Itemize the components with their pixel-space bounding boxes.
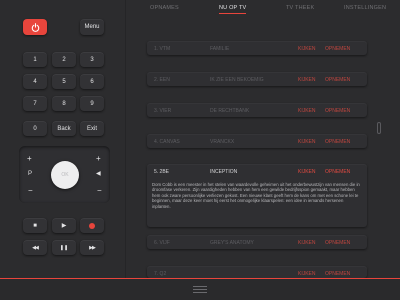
channel-number: 6. VIJF (154, 239, 170, 246)
record-icon (89, 222, 95, 229)
fast-forward-icon: ▶▶ (89, 244, 96, 251)
bottom-bar (0, 278, 400, 300)
program-title: INCEPTION (210, 168, 238, 175)
grip-line (193, 289, 207, 290)
program-title: DE RECHTBANK (210, 107, 250, 114)
stop-icon: ■ (33, 222, 37, 229)
channel-number: 4. CANVAS (154, 138, 180, 145)
volume-up-button[interactable]: + (96, 155, 101, 163)
digit-5-button[interactable]: 5 (52, 74, 76, 89)
digit-8-button[interactable]: 8 (52, 96, 76, 111)
channel-up-button[interactable]: + (27, 155, 32, 163)
channel-number: 1. VTM (154, 45, 171, 52)
watch-button[interactable]: KIJKEN (298, 271, 316, 277)
menu-button[interactable]: Menu (80, 19, 104, 35)
record-program-button[interactable]: OPNEMEN (325, 139, 350, 145)
digit-1-button[interactable]: 1 (23, 52, 47, 67)
channel-row[interactable]: 4. CANVAS VRANCKX KIJKEN OPNEMEN (147, 134, 367, 148)
record-program-button[interactable]: OPNEMEN (325, 77, 350, 83)
record-button[interactable] (80, 218, 104, 233)
power-button[interactable] (23, 19, 47, 35)
rewind-icon: ◀◀ (32, 244, 39, 251)
tab-nu-op-tv[interactable]: NU OP TV (219, 5, 247, 14)
tv-remote-app: Menu 1 2 3 4 5 6 7 8 9 0 Back Exit + P −… (0, 0, 400, 300)
digit-0-button[interactable]: 0 (23, 121, 47, 136)
channel-down-button[interactable]: − (28, 187, 33, 195)
watch-button[interactable]: KIJKEN (298, 240, 316, 246)
digit-2-button[interactable]: 2 (52, 52, 76, 67)
pause-icon: ❚❚ (59, 244, 69, 251)
watch-button[interactable]: KIJKEN (298, 108, 316, 114)
digit-6-button[interactable]: 6 (80, 74, 104, 89)
program-title: FAMILIE (210, 45, 230, 52)
watch-button[interactable]: KIJKEN (298, 77, 316, 83)
digit-3-button[interactable]: 3 (80, 52, 104, 67)
record-program-button[interactable]: OPNEMEN (325, 108, 350, 114)
tab-tv-theek[interactable]: TV THEEK (286, 5, 314, 11)
exit-button[interactable]: Exit (80, 121, 104, 136)
grip-line (193, 292, 207, 293)
power-icon (31, 22, 39, 32)
volume-icon: ◀ (96, 171, 101, 177)
program-title: GREY'S ANATOMY (210, 239, 254, 246)
rewind-button[interactable]: ◀◀ (23, 240, 47, 255)
record-program-button[interactable]: OPNEMEN (325, 271, 350, 277)
fast-forward-button[interactable]: ▶▶ (80, 240, 104, 255)
channel-number: 5. 2BE (154, 168, 170, 175)
scrollbar-thumb[interactable] (377, 122, 381, 134)
watch-button[interactable]: KIJKEN (298, 169, 316, 175)
channel-row[interactable]: 6. VIJF GREY'S ANATOMY KIJKEN OPNEMEN (147, 235, 367, 249)
channel-row[interactable]: 2. EEN IK ZIE EEN BEKOEMIG KIJKEN OPNEME… (147, 72, 367, 86)
program-title: IK ZIE EEN BEKOEMIG (210, 76, 264, 83)
watch-button[interactable]: KIJKEN (298, 139, 316, 145)
channel-row[interactable]: 1. VTM FAMILIE KIJKEN OPNEMEN (147, 41, 367, 55)
record-program-button[interactable]: OPNEMEN (325, 169, 350, 175)
tab-instellingen[interactable]: INSTELLINGEN (344, 5, 386, 11)
remote-panel: Menu 1 2 3 4 5 6 7 8 9 0 Back Exit + P −… (0, 0, 126, 278)
volume-down-button[interactable]: − (97, 187, 102, 195)
back-button[interactable]: Back (52, 121, 76, 136)
tab-bar: OPNAMES NU OP TV TV THEEK INSTELLINGEN (126, 5, 400, 17)
channel-row[interactable]: 7. Q2 KIJKEN OPNEMEN (147, 266, 367, 278)
digit-9-button[interactable]: 9 (80, 96, 104, 111)
channel-number: 2. EEN (154, 76, 170, 83)
pause-button[interactable]: ❚❚ (52, 240, 76, 255)
record-program-button[interactable]: OPNEMEN (325, 46, 350, 52)
play-button[interactable]: ▶ (52, 218, 76, 233)
digit-4-button[interactable]: 4 (23, 74, 47, 89)
program-guide: OPNAMES NU OP TV TV THEEK INSTELLINGEN 1… (126, 0, 400, 278)
grip-line (193, 286, 207, 287)
record-program-button[interactable]: OPNEMEN (325, 240, 350, 246)
play-icon: ▶ (61, 223, 67, 229)
channel-number: 3. VIER (154, 107, 172, 114)
digit-7-button[interactable]: 7 (23, 96, 47, 111)
channel-row-expanded[interactable]: 5. 2BE INCEPTION KIJKEN OPNEMEN Dom Cobb… (147, 164, 367, 227)
program-label: P (28, 171, 33, 177)
program-title: VRANCKX (210, 138, 235, 145)
channel-row[interactable]: 3. VIER DE RECHTBANK KIJKEN OPNEMEN (147, 103, 367, 117)
ok-button[interactable]: OK (51, 161, 79, 189)
channel-number: 7. Q2 (154, 270, 167, 277)
watch-button[interactable]: KIJKEN (298, 46, 316, 52)
stop-button[interactable]: ■ (23, 218, 47, 233)
program-description: Dom Cobb is een meester in het stelen va… (152, 182, 360, 209)
tab-opnames[interactable]: OPNAMES (150, 5, 179, 11)
